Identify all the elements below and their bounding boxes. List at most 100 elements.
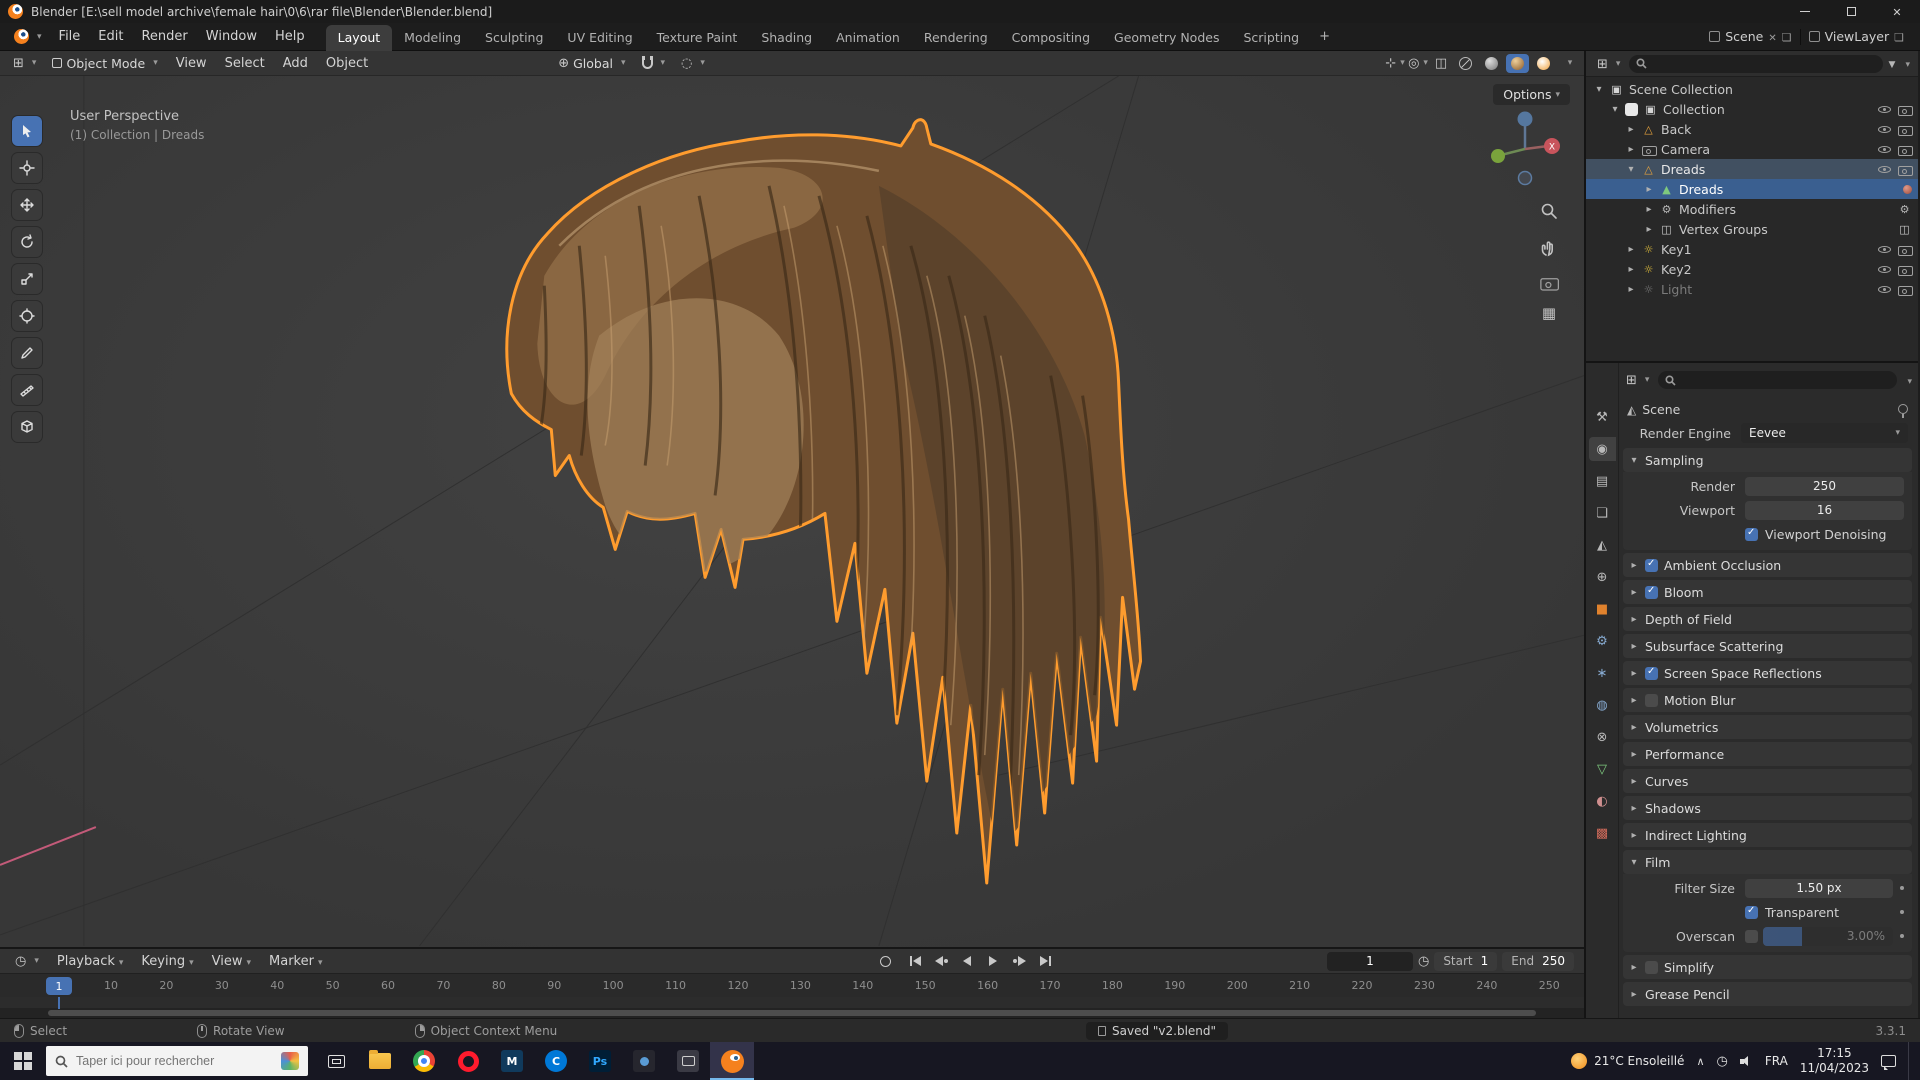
bloom-checkbox[interactable] [1645,585,1658,599]
outliner-search[interactable] [1629,54,1883,73]
viewport-menu-item[interactable]: Select [216,53,274,74]
disable-render-icon[interactable] [1898,103,1913,116]
hide-viewport-icon[interactable] [1878,123,1891,136]
overlays-button[interactable]: ◎ [1408,53,1428,73]
panel-simplify[interactable]: Simplify [1623,955,1912,979]
new-viewlayer-icon[interactable] [1894,29,1904,44]
outliner-row-dreads-mesh[interactable]: Dreads [1586,179,1918,199]
disable-render-icon[interactable] [1898,143,1913,156]
viewport-menu-item[interactable]: Add [274,53,317,74]
start-frame-field[interactable]: Start 1 [1434,951,1498,971]
notification-center-icon[interactable] [1881,1055,1896,1070]
pin-icon[interactable] [1898,404,1908,418]
expand-icon[interactable] [1644,224,1654,235]
outliner-row-scene-collection[interactable]: Scene Collection [1586,79,1918,99]
scrollbar-thumb[interactable] [47,1010,1537,1017]
workspace-tab[interactable]: Rendering [912,25,1000,51]
properties-tab[interactable]: ∗ [1589,661,1616,685]
mode-dropdown[interactable]: Object Mode [45,54,164,73]
outliner-row-key2[interactable]: Key2 [1586,259,1918,279]
animate-dot[interactable] [1900,886,1904,890]
hide-viewport-icon[interactable] [1878,243,1891,256]
chat-app-button[interactable]: C [534,1042,578,1080]
expand-icon[interactable] [1626,124,1636,135]
jump-to-start-button[interactable] [903,952,927,970]
panel-depth-of-field[interactable]: Depth of Field [1623,607,1912,631]
menu-item[interactable]: Edit [89,26,132,47]
tray-clock-icon[interactable] [1717,1054,1728,1069]
shading-material-button[interactable] [1506,53,1529,73]
outliner-row-collection[interactable]: Collection [1586,99,1918,119]
panel-bloom[interactable]: Bloom [1623,580,1912,604]
annotate-tool[interactable] [12,338,42,368]
workspace-tab[interactable]: Animation [824,25,912,51]
properties-tab[interactable]: ❏ [1589,501,1616,525]
menu-item[interactable]: Help [266,26,314,47]
timeline-menu-item[interactable]: Playback [48,951,133,972]
collection-checkbox[interactable] [1625,102,1638,116]
menu-item[interactable]: File [50,26,90,47]
jump-to-end-button[interactable] [1033,952,1057,970]
workspace-tab[interactable]: Layout [325,24,393,51]
cursor-tool[interactable] [12,153,42,183]
overscan-checkbox[interactable] [1745,929,1758,943]
playhead[interactable]: 1 [46,977,72,996]
unlink-icon[interactable] [1768,29,1776,44]
close-button[interactable] [1874,0,1920,23]
properties-tab[interactable]: ▩ [1589,821,1616,845]
weather-widget[interactable]: 21°C Ensoleillé [1571,1053,1684,1069]
timeline-editor-type-button[interactable] [8,951,46,971]
play-button[interactable] [981,952,1005,970]
options-button[interactable]: Options [1493,84,1570,105]
shading-rendered-button[interactable] [1532,54,1555,73]
proportional-editing-dropdown[interactable] [674,53,712,73]
outliner-row-dreads[interactable]: Dreads [1586,159,1918,179]
taskbar-search-input[interactable] [76,1054,273,1068]
mail-app-button[interactable]: M [490,1042,534,1080]
workspace-tab[interactable]: Texture Paint [645,25,750,51]
navigation-gizmo[interactable]: X [1482,106,1568,192]
viewlayer-selector[interactable]: ViewLayer [1808,29,1904,44]
outliner-row-vertex-groups[interactable]: Vertex Groups [1586,219,1918,239]
zoom-icon[interactable] [1540,202,1558,224]
show-gizmo-button[interactable]: ⊹ [1385,53,1405,73]
transform-orientation-dropdown[interactable]: Global [551,53,632,73]
scale-tool[interactable] [12,264,42,294]
minimize-button[interactable] [1782,0,1828,23]
expand-icon[interactable] [1644,184,1654,195]
properties-tab[interactable]: ◐ [1589,789,1616,813]
toggle-perspective-icon[interactable] [1542,304,1556,322]
expand-icon[interactable] [1626,264,1636,275]
snapping-dropdown[interactable] [635,55,673,71]
workspace-tab[interactable]: Sculpting [473,25,555,51]
taskbar-search[interactable] [46,1046,308,1076]
search-highlight-icon[interactable] [281,1052,299,1070]
disable-render-icon[interactable] [1898,263,1913,276]
sampling-viewport-field[interactable]: 16 [1745,500,1904,520]
expand-icon[interactable] [1626,144,1636,155]
hide-viewport-icon[interactable] [1878,143,1891,156]
render-engine-dropdown[interactable]: Eevee [1741,423,1908,443]
shading-wireframe-button[interactable] [1454,54,1477,73]
panel-volumetrics[interactable]: Volumetrics [1623,715,1912,739]
show-desktop-button[interactable] [1908,1042,1912,1080]
properties-options-dropdown[interactable] [1903,373,1912,388]
camera-view-icon[interactable] [1540,274,1559,291]
panel-sampling[interactable]: Sampling [1623,448,1912,472]
expand-icon[interactable] [1626,244,1636,255]
end-frame-field[interactable]: End 250 [1502,951,1574,971]
disable-render-icon[interactable] [1898,123,1913,136]
transform-tool[interactable] [12,301,42,331]
photoshop-button[interactable]: Ps [578,1042,622,1080]
scene-selector[interactable]: Scene [1709,29,1791,44]
workspace-tab[interactable]: UV Editing [555,25,644,51]
xray-toggle-button[interactable]: ◫ [1431,53,1451,73]
use-preview-range-icon[interactable] [1418,954,1429,969]
workspace-tab[interactable]: Scripting [1231,25,1311,51]
outliner-row-modifiers[interactable]: Modifiers [1586,199,1918,219]
expand-icon[interactable] [1644,204,1654,215]
add-cube-tool[interactable] [12,412,42,442]
language-indicator[interactable]: FRA [1765,1054,1788,1068]
workspace-tab[interactable]: Compositing [1000,25,1102,51]
volume-icon[interactable] [1739,1055,1753,1067]
